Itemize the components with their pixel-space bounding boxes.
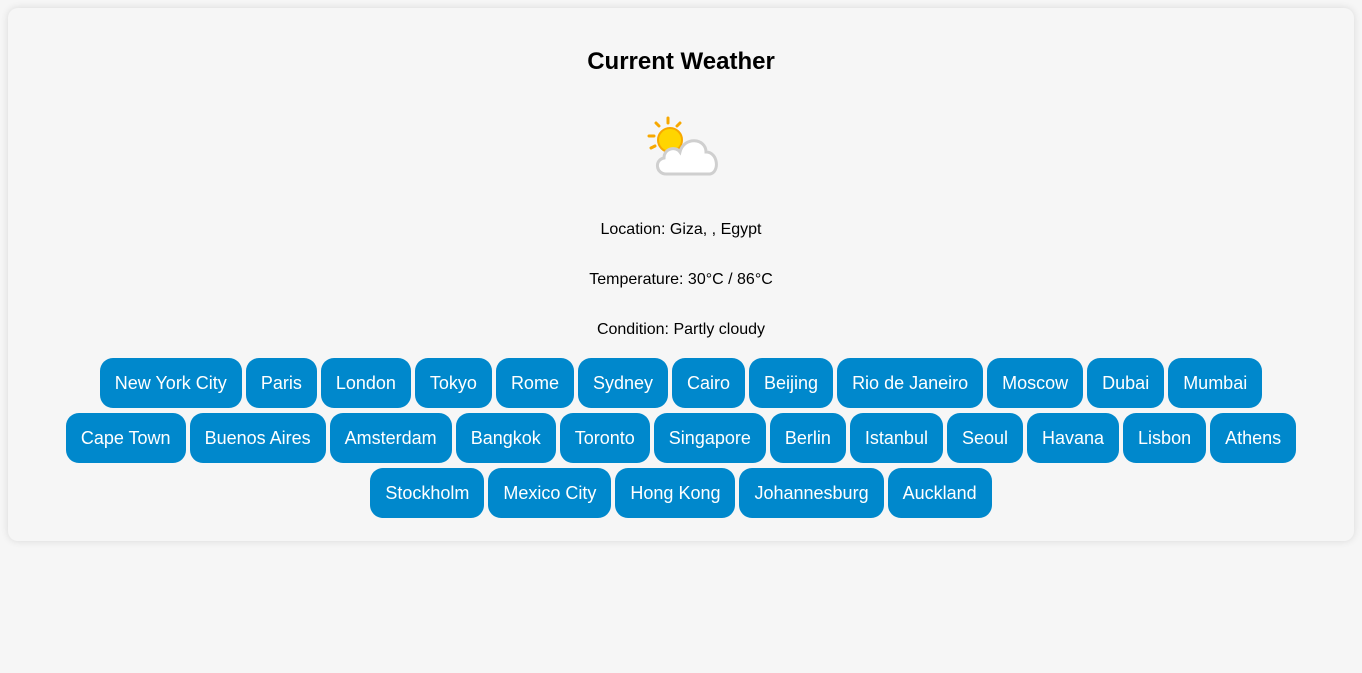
city-button-athens[interactable]: Athens [1210, 413, 1297, 463]
city-button-seoul[interactable]: Seoul [946, 413, 1023, 463]
city-button-paris[interactable]: Paris [245, 358, 317, 408]
weather-card: Current Weather Location: Giza, , Egypt … [8, 8, 1354, 541]
city-button-stockholm[interactable]: Stockholm [370, 468, 485, 518]
city-button-amsterdam[interactable]: Amsterdam [329, 413, 452, 463]
city-button-hong-kong[interactable]: Hong Kong [615, 468, 736, 518]
condition-text: Condition: Partly cloudy [596, 321, 766, 338]
city-button-singapore[interactable]: Singapore [653, 413, 766, 463]
city-button-bangkok[interactable]: Bangkok [455, 413, 556, 463]
city-button-cape-town[interactable]: Cape Town [65, 413, 186, 463]
city-button-rio-de-janeiro[interactable]: Rio de Janeiro [837, 358, 984, 408]
city-button-tokyo[interactable]: Tokyo [414, 358, 492, 408]
city-button-buenos-aires[interactable]: Buenos Aires [189, 413, 326, 463]
city-button-berlin[interactable]: Berlin [769, 413, 846, 463]
city-button-lisbon[interactable]: Lisbon [1123, 413, 1207, 463]
city-button-cairo[interactable]: Cairo [672, 358, 746, 408]
city-button-london[interactable]: London [320, 358, 411, 408]
city-button-rome[interactable]: Rome [495, 358, 574, 408]
city-button-mexico-city[interactable]: Mexico City [488, 468, 612, 518]
city-button-moscow[interactable]: Moscow [987, 358, 1084, 408]
city-button-beijing[interactable]: Beijing [749, 358, 834, 408]
temperature-text: Temperature: 30°C / 86°C [589, 271, 773, 288]
city-button-dubai[interactable]: Dubai [1087, 358, 1165, 408]
city-button-toronto[interactable]: Toronto [559, 413, 650, 463]
city-button-auckland[interactable]: Auckland [887, 468, 992, 518]
city-button-mumbai[interactable]: Mumbai [1168, 358, 1263, 408]
city-button-istanbul[interactable]: Istanbul [849, 413, 943, 463]
partly-cloudy-icon [647, 116, 718, 176]
city-button-sydney[interactable]: Sydney [577, 358, 668, 408]
city-button-johannesburg[interactable]: Johannesburg [739, 468, 884, 518]
page-title: Current Weather [587, 48, 775, 75]
city-button-new-york-city[interactable]: New York City [99, 358, 242, 408]
location-text: Location: Giza, , Egypt [600, 221, 762, 238]
city-buttons: New York City Paris London Tokyo Rome Sydney C… [38, 358, 1324, 523]
city-button-havana[interactable]: Havana [1027, 413, 1120, 463]
